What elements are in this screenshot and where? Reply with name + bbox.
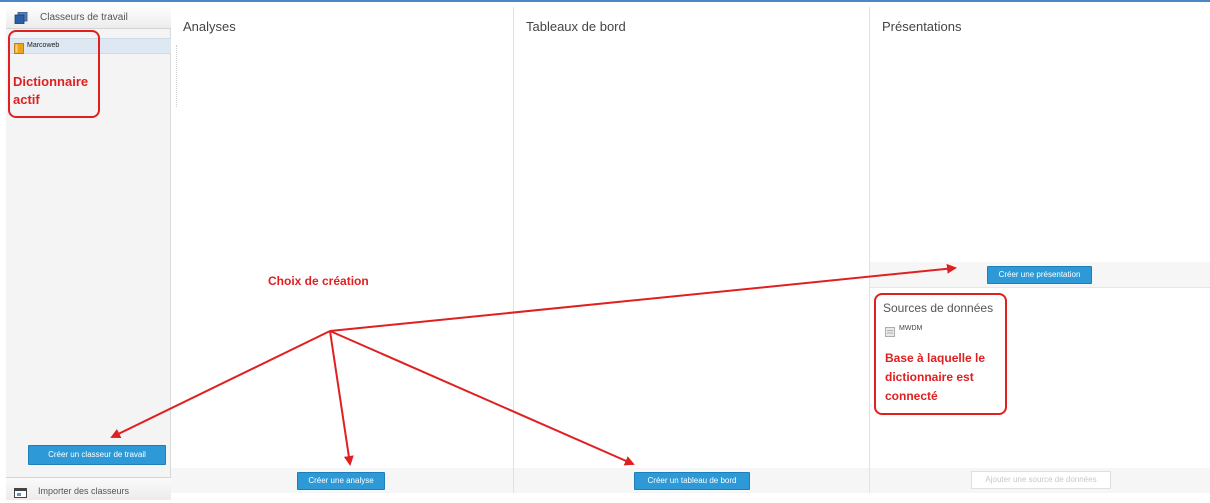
arrow-to-create-dashboard xyxy=(329,330,635,466)
arrow-to-create-workbook xyxy=(110,330,331,438)
arrow-to-create-analysis xyxy=(329,330,354,466)
annotation-arrows xyxy=(110,263,957,466)
arrow-to-create-presentation xyxy=(329,263,957,332)
